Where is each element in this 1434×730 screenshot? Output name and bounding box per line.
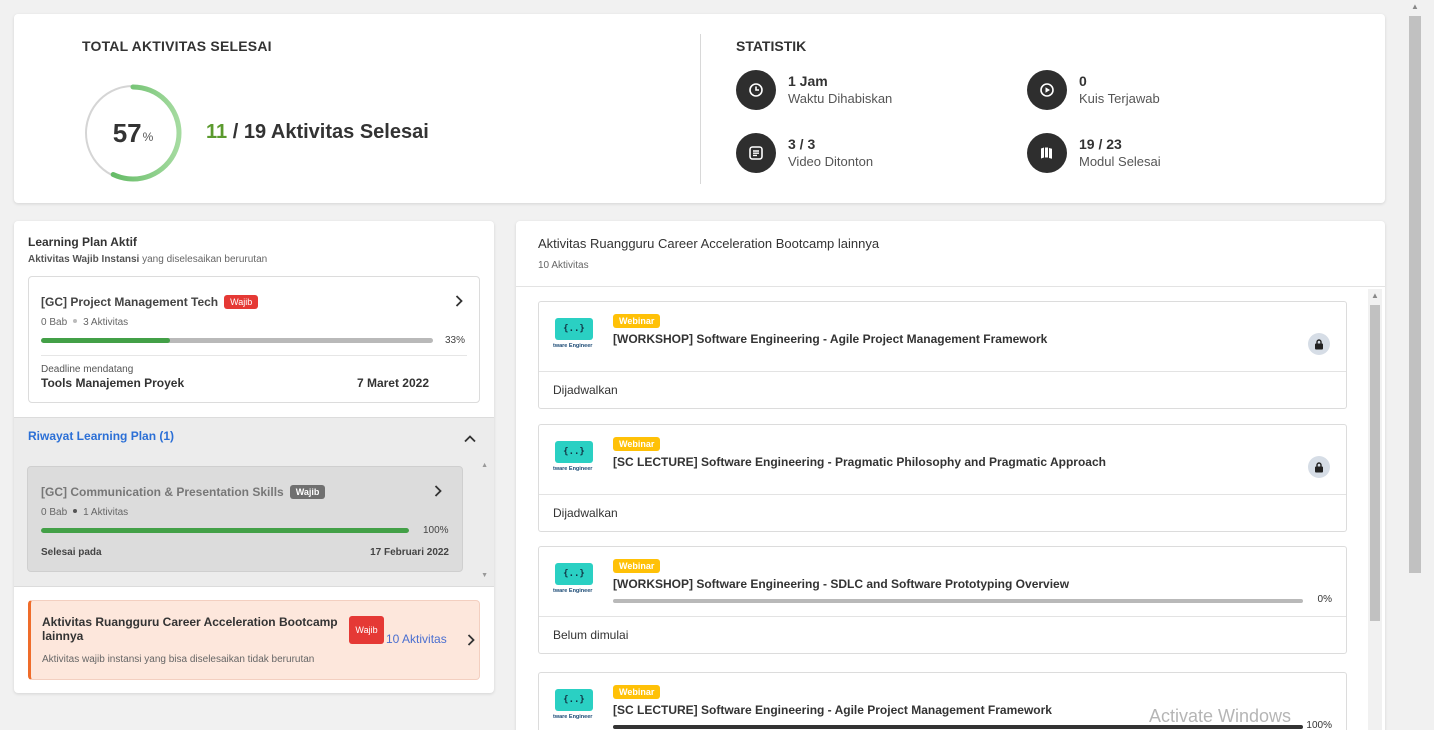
plan-name: [GC] Project Management Tech Wajib — [41, 295, 259, 309]
plan-progress-percent: 33% — [445, 335, 466, 346]
other-activities-count[interactable]: 10 Aktivitas — [386, 632, 447, 646]
activity-status: Belum dimulai — [553, 628, 629, 642]
wajib-badge: Wajib — [289, 485, 326, 499]
wajib-badge: Wajib — [224, 295, 259, 309]
activity-thumbnail: {..} tware Engineer — [553, 441, 599, 479]
activity-status: Dijadwalkan — [553, 383, 618, 397]
activity-item[interactable]: {..} tware Engineer Webinar [WORKSHOP] So… — [538, 546, 1347, 654]
webinar-badge: Webinar — [613, 559, 661, 573]
history-toggle[interactable]: Riwayat Learning Plan (1) — [28, 429, 174, 443]
activities-panel: Aktivitas Ruangguru Career Acceleration … — [516, 221, 1385, 730]
activity-done-count: 11 — [206, 121, 228, 143]
activate-windows-watermark: Activate Windows — [1149, 706, 1292, 726]
history-plan-name: [GC] Communication & Presentation Skills… — [41, 485, 326, 499]
activity-item[interactable]: {..} tware Engineer Webinar [WORKSHOP] So… — [538, 301, 1347, 409]
activities-count: 10 Aktivitas — [538, 260, 589, 271]
stat-time-spent: 1 Jam Waktu Dihabiskan — [736, 70, 892, 110]
learning-plan-title: Learning Plan Aktif — [28, 235, 137, 249]
scroll-up-icon[interactable]: ▲ — [1371, 291, 1379, 300]
activity-name: [SC LECTURE] Software Engineering - Agil… — [613, 703, 1052, 717]
history-progress-percent: 100% — [423, 525, 449, 536]
progress-ring-label: 57% — [112, 117, 154, 148]
scrollbar-thumb[interactable] — [1409, 16, 1421, 573]
webinar-badge: Webinar — [613, 685, 661, 699]
list-icon — [736, 133, 776, 173]
chevron-up-icon[interactable] — [462, 431, 478, 447]
clock-icon — [736, 70, 776, 110]
history-plan-meta: 0 Bab 1 Aktivitas — [41, 507, 129, 518]
learning-plan-subtitle: Aktivitas Wajib Instansi yang diselesaik… — [28, 254, 268, 265]
history-progress-bar — [41, 528, 409, 533]
stat-quiz-answered: 0 Kuis Terjawab — [1027, 70, 1160, 110]
scroll-down-icon[interactable]: ▼ — [481, 572, 488, 579]
activities-scrollbar[interactable]: ▲ — [1368, 289, 1382, 730]
activity-name: [WORKSHOP] Software Engineering - SDLC a… — [613, 577, 1070, 591]
book-icon — [1027, 133, 1067, 173]
activity-progress-percent: 0% — [1317, 594, 1332, 605]
completed-date: 17 Februari 2022 — [370, 547, 449, 558]
plan-progress-bar — [41, 338, 433, 343]
activity-name: [WORKSHOP] Software Engineering - Agile … — [613, 332, 1048, 346]
other-activities-title: Aktivitas Ruangguru Career Acceleration … — [42, 615, 338, 643]
activity-thumbnail: {..} tware Engineer — [553, 689, 599, 727]
scroll-up-icon[interactable]: ▲ — [481, 462, 488, 469]
deadline-label: Deadline mendatang — [41, 364, 134, 375]
activity-thumbnail: {..} tware Engineer — [553, 563, 599, 601]
activity-progress-percent: 100% — [1306, 720, 1332, 730]
statistics-title: STATISTIK — [736, 38, 807, 54]
activity-name: [SC LECTURE] Software Engineering - Prag… — [613, 455, 1106, 469]
activity-item[interactable]: {..} tware Engineer Webinar [SC LECTURE] … — [538, 424, 1347, 532]
activity-count: 11 / 19 Aktivitas Selesai — [206, 121, 429, 143]
completed-label: Selesai pada — [41, 547, 102, 558]
activity-summary-card: TOTAL AKTIVITAS SELESAI 57% 11 / 19 Akti… — [14, 14, 1385, 203]
learning-plan-panel: Learning Plan Aktif Aktivitas Wajib Inst… — [14, 221, 494, 693]
activities-title: Aktivitas Ruangguru Career Acceleration … — [538, 236, 880, 251]
chevron-right-icon[interactable] — [430, 483, 446, 499]
activity-thumbnail: {..} tware Engineer — [553, 318, 599, 356]
webinar-badge: Webinar — [613, 437, 661, 451]
history-section: Riwayat Learning Plan (1) ▲ ▼ [GC] Commu… — [14, 417, 494, 587]
history-plan-card[interactable]: [GC] Communication & Presentation Skills… — [27, 466, 463, 572]
stat-videos-watched: 3 / 3 Video Ditonton — [736, 133, 873, 173]
other-activities-desc: Aktivitas wajib instansi yang bisa disel… — [42, 654, 315, 665]
lock-icon — [1308, 333, 1330, 355]
active-plan-card[interactable]: [GC] Project Management Tech Wajib 0 Bab 3… — [28, 276, 480, 403]
stat-modules-done: 19 / 23 Modul Selesai — [1027, 133, 1161, 173]
wajib-badge: Wajib — [349, 616, 384, 644]
plan-meta: 0 Bab 3 Aktivitas — [41, 317, 129, 328]
lock-icon — [1308, 456, 1330, 478]
activity-status: Dijadwalkan — [553, 506, 618, 520]
scroll-up-icon[interactable]: ▲ — [1411, 2, 1419, 11]
page-scrollbar[interactable]: ▲ — [1407, 0, 1423, 730]
scrollbar-thumb[interactable] — [1370, 305, 1380, 621]
deadline-date: 7 Maret 2022 — [356, 376, 429, 390]
chevron-right-icon[interactable] — [463, 632, 479, 648]
divider — [700, 34, 701, 184]
deadline-name: Tools Manajemen Proyek — [41, 376, 185, 390]
activity-progress-bar — [613, 599, 1303, 603]
total-activity-title: TOTAL AKTIVITAS SELESAI — [82, 38, 272, 54]
chevron-right-icon[interactable] — [451, 293, 467, 309]
other-activities-card[interactable]: Aktivitas Ruangguru Career Acceleration … — [28, 600, 480, 680]
webinar-badge: Webinar — [613, 314, 661, 328]
play-circle-icon — [1027, 70, 1067, 110]
progress-percent: 57 — [112, 117, 142, 148]
